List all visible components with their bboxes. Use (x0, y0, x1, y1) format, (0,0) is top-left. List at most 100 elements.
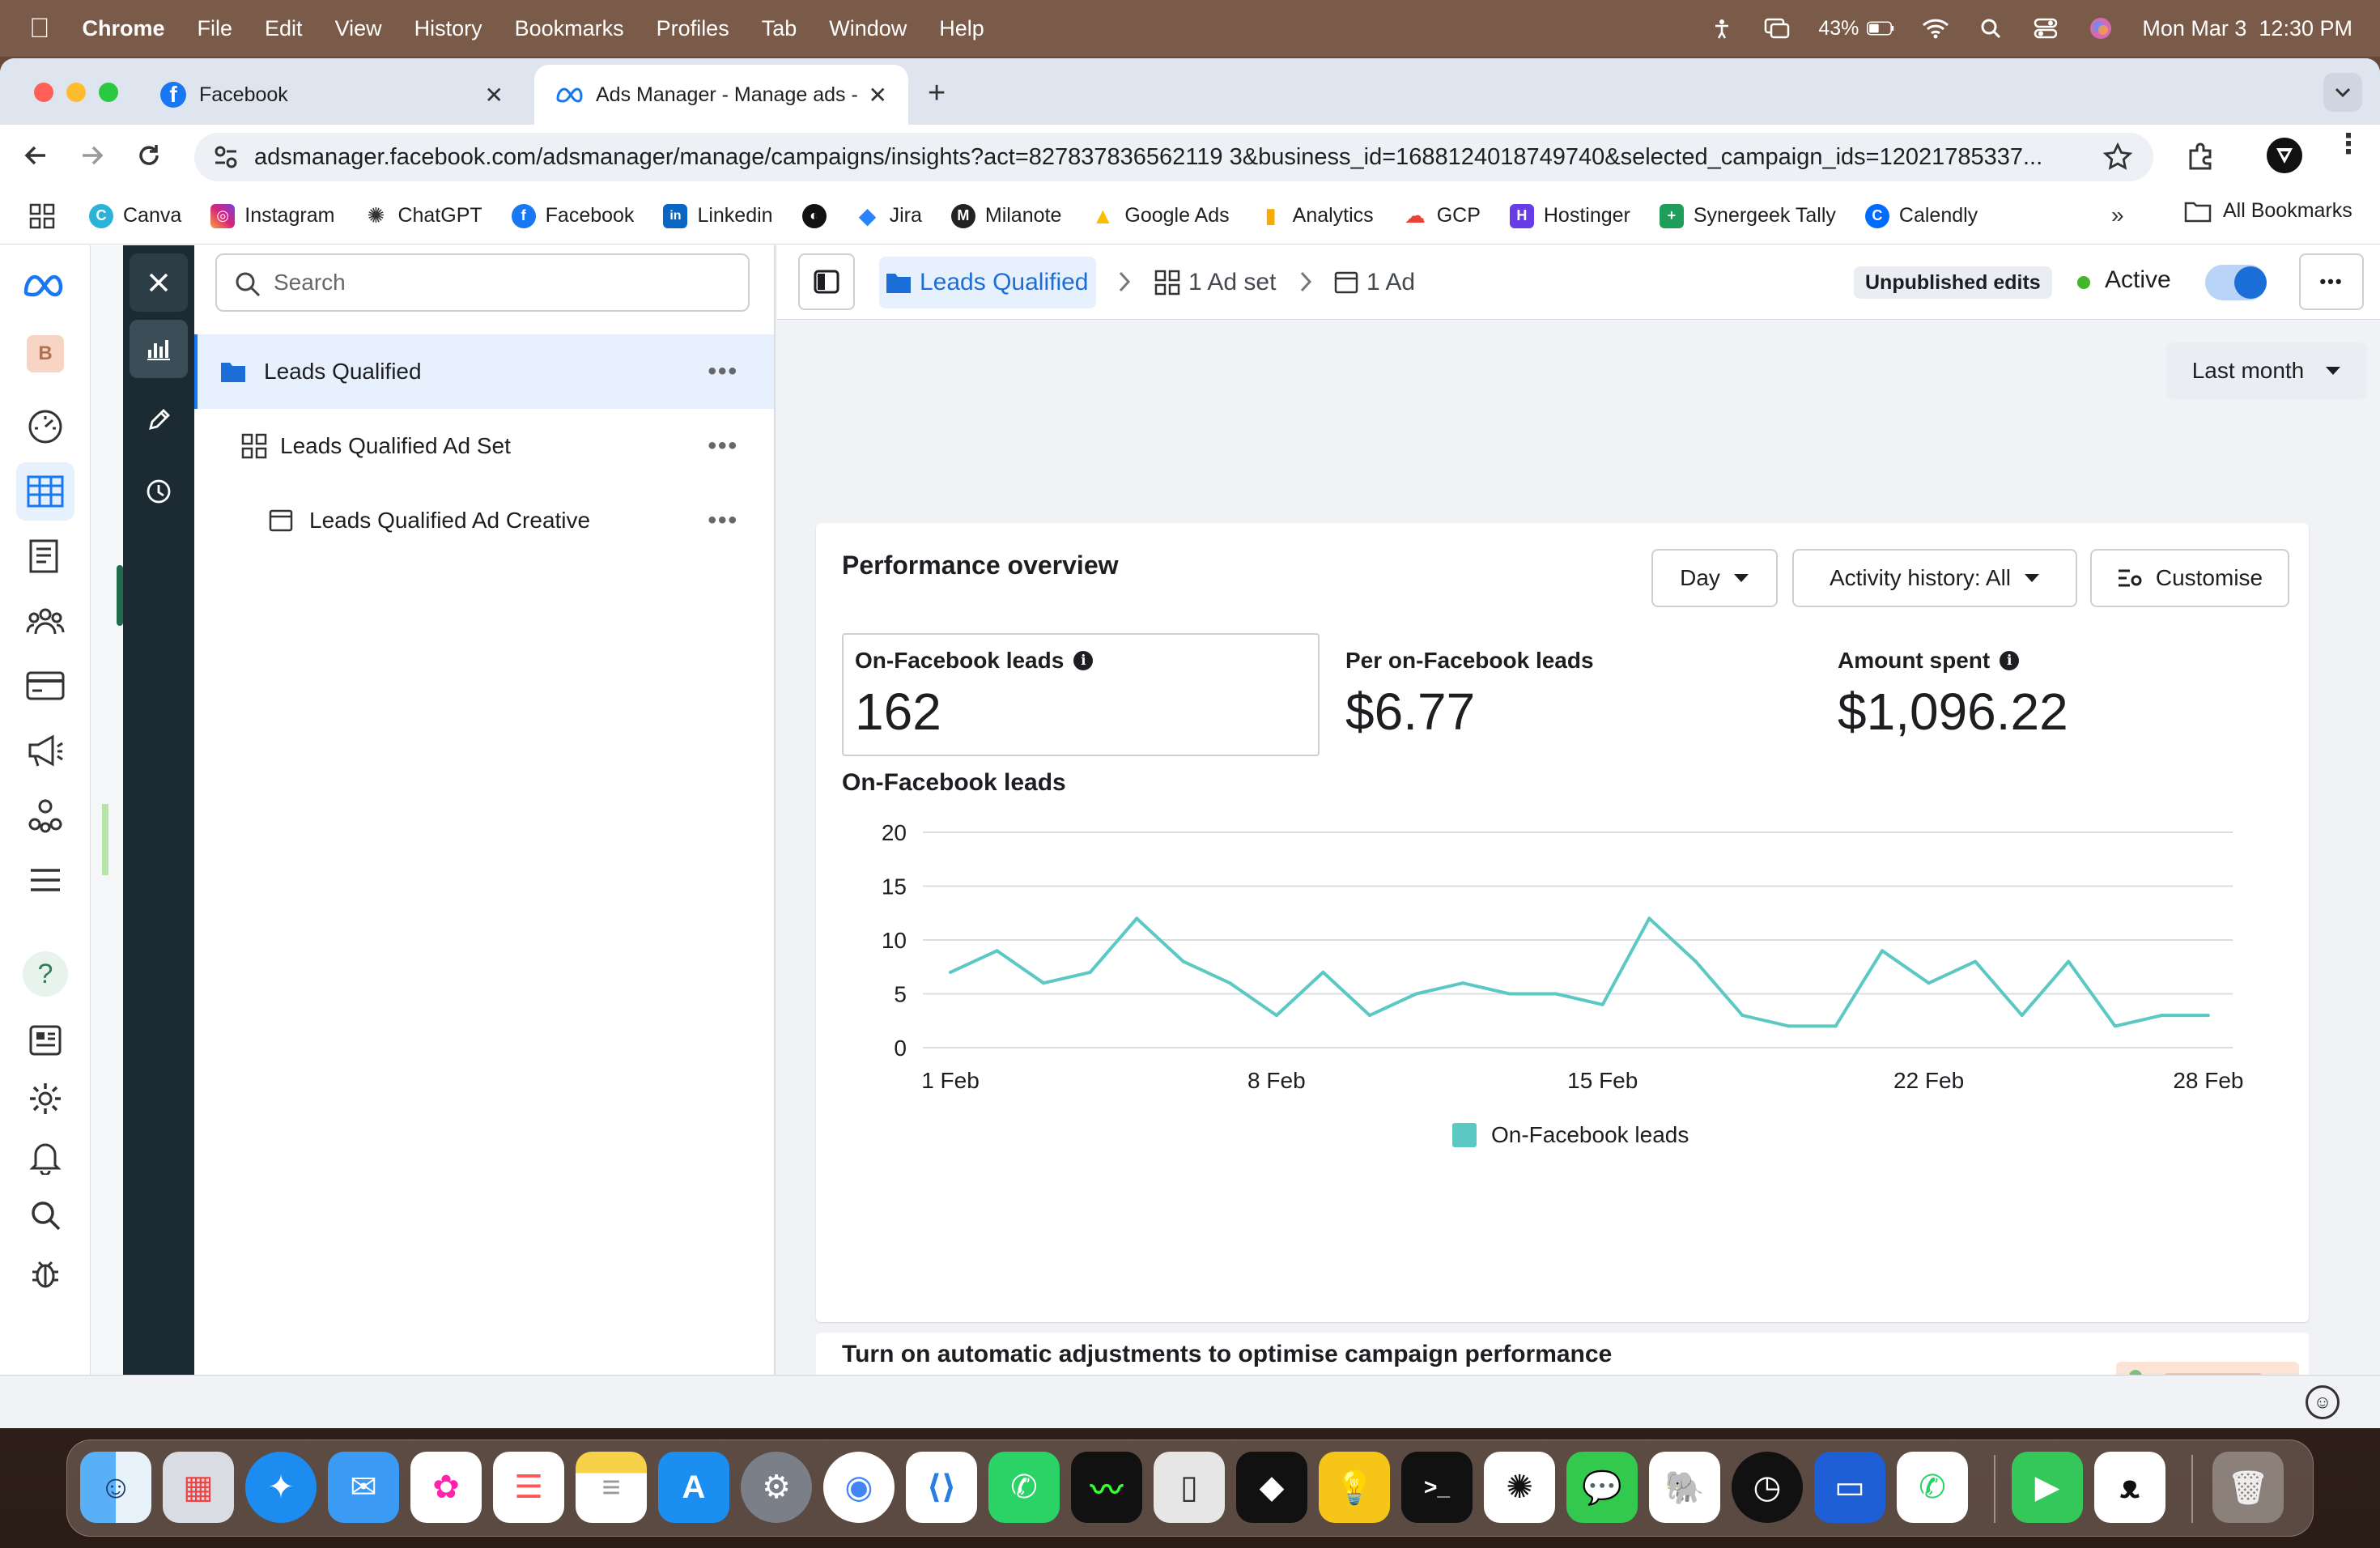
battery-icon[interactable] (1867, 17, 1894, 40)
dashboard-icon[interactable] (16, 398, 74, 456)
clock-icon[interactable]: ◷ (1732, 1452, 1803, 1523)
metric-label[interactable]: Amount spent i (1838, 648, 2020, 674)
activity-monitor-icon[interactable]: 〰 (1071, 1452, 1142, 1523)
clock-datetime[interactable]: Mon Mar 3 12:30 PM (2142, 16, 2352, 41)
info-icon[interactable]: i (2000, 651, 2020, 670)
insights-chart-icon[interactable] (130, 320, 188, 378)
tree-item-adset[interactable]: Leads Qualified Ad Set ••• (194, 409, 774, 483)
ads-megaphone-icon[interactable] (16, 721, 74, 780)
spotlight-icon[interactable] (1977, 17, 2004, 40)
bookmark-chatgpt[interactable]: ✺ ChatGPT (363, 203, 482, 228)
cursor-icon[interactable]: ◆ (1236, 1452, 1307, 1523)
bookmark-analytics[interactable]: ▮ Analytics (1258, 203, 1374, 228)
accessibility-icon[interactable] (1708, 17, 1736, 40)
close-window-button[interactable] (34, 83, 53, 102)
bookmark-instagram[interactable]: ◎ Instagram (210, 203, 334, 228)
menu-tab[interactable]: Tab (762, 16, 797, 41)
screen-mirroring-icon[interactable] (1763, 17, 1791, 40)
unpublished-edits-badge[interactable]: Unpublished edits (1854, 266, 2052, 299)
simulator-icon[interactable]: ▯ (1154, 1452, 1225, 1523)
close-tab-icon[interactable]: ✕ (485, 82, 504, 108)
menu-history[interactable]: History (414, 16, 482, 41)
terminal-icon[interactable]: >_ (1401, 1452, 1473, 1523)
menu-help[interactable]: Help (939, 16, 984, 41)
reports-icon[interactable] (16, 527, 74, 585)
tab-facebook[interactable]: f Facebook ✕ (139, 65, 525, 125)
messages-icon[interactable]: 💬 (1566, 1452, 1638, 1523)
launchpad-icon[interactable]: ▦ (163, 1452, 234, 1523)
menu-bookmarks[interactable]: Bookmarks (515, 16, 624, 41)
extensions-icon[interactable] (2184, 139, 2216, 176)
bookmark-milanote[interactable]: M Milanote (950, 203, 1061, 228)
bookmark-jira[interactable]: ◆ Jira (855, 203, 922, 228)
bookmark-linkedin[interactable]: in Linkedin (663, 203, 773, 228)
site-info-icon[interactable] (212, 143, 240, 177)
report-bug-icon[interactable] (16, 1244, 74, 1303)
pgadmin-icon[interactable]: 🐘 (1649, 1452, 1720, 1523)
adset-more-icon[interactable]: ••• (708, 432, 738, 460)
minimize-window-button[interactable] (66, 83, 86, 102)
address-bar[interactable]: adsmanager.facebook.com/adsmanager/manag… (194, 133, 2153, 181)
menu-view[interactable]: View (335, 16, 382, 41)
mail-icon[interactable]: ✉ (328, 1452, 399, 1523)
apps-grid-icon[interactable] (29, 203, 55, 229)
audiences-icon[interactable] (16, 592, 74, 650)
bookmark-hostinger[interactable]: H Hostinger (1509, 203, 1630, 228)
tips-icon[interactable]: 💡 (1319, 1452, 1390, 1523)
vscode-icon[interactable]: ⟨⟩ (906, 1452, 977, 1523)
whatsapp-business-icon[interactable]: ✆ (1897, 1452, 1968, 1523)
menu-edit[interactable]: Edit (265, 16, 303, 41)
campaign-more-icon[interactable]: ••• (708, 358, 738, 385)
news-icon[interactable] (16, 1011, 74, 1070)
bookmark-canva[interactable]: C Canva (89, 203, 181, 228)
edit-pencil-icon[interactable] (130, 391, 188, 449)
profile-avatar[interactable] (2267, 138, 2302, 173)
all-bookmarks-folder[interactable]: All Bookmarks (2184, 199, 2352, 223)
tab-ads-manager[interactable]: Ads Manager - Manage ads - ✕ (534, 65, 908, 125)
billing-icon[interactable] (16, 657, 74, 715)
wifi-icon[interactable] (1922, 17, 1949, 40)
system-settings-icon[interactable]: ⚙ (741, 1452, 812, 1523)
search-icon[interactable] (16, 1186, 74, 1244)
ollama-icon[interactable]: ᴥ (2094, 1452, 2165, 1523)
reload-icon[interactable] (134, 141, 164, 174)
metric-label[interactable]: Per on-Facebook leads (1345, 648, 1594, 674)
meta-logo-icon[interactable] (16, 257, 74, 315)
account-avatar[interactable]: B (16, 325, 74, 383)
more-bookmarks-icon[interactable]: » (2111, 202, 2124, 228)
menu-file[interactable]: File (198, 16, 233, 41)
reminders-icon[interactable]: ☰ (493, 1452, 564, 1523)
feedback-smiley-icon[interactable]: ☺ (2306, 1385, 2340, 1419)
all-tools-menu-icon[interactable] (16, 851, 74, 909)
app-store-icon[interactable]: A (658, 1452, 729, 1523)
history-clock-icon[interactable] (130, 462, 188, 521)
breadcrumb-ad[interactable]: 1 Ad (1334, 257, 1415, 308)
campaign-on-off-toggle[interactable] (2205, 265, 2267, 300)
bookmark-gcp[interactable]: ☁ GCP (1402, 203, 1481, 228)
bookmark-google-ads[interactable]: ▲ Google Ads (1090, 203, 1230, 228)
breadcrumb-adset[interactable]: 1 Ad set (1154, 257, 1276, 308)
tree-item-ad[interactable]: Leads Qualified Ad Creative ••• (194, 483, 774, 558)
toggle-sidebar-icon[interactable] (798, 253, 855, 310)
menu-app-name[interactable]: Chrome (83, 16, 165, 41)
finder-icon[interactable]: ☺ (80, 1452, 151, 1523)
safari-icon[interactable]: ✦ (245, 1452, 317, 1523)
bookmark-facebook[interactable]: f Facebook (511, 203, 634, 228)
menu-profiles[interactable]: Profiles (657, 16, 729, 41)
whatsapp-icon[interactable]: ✆ (988, 1452, 1060, 1523)
notes-icon[interactable]: ≡ (576, 1452, 647, 1523)
trash-icon[interactable]: 🗑 (2212, 1452, 2284, 1523)
bookmark-github[interactable]: ◐ (801, 203, 827, 228)
forward-icon[interactable] (78, 141, 107, 174)
apple-icon[interactable]:  (29, 13, 50, 45)
siri-icon[interactable] (2087, 17, 2114, 40)
breadcrumb-campaign[interactable]: Leads Qualified (879, 257, 1097, 308)
date-range-dropdown[interactable]: Last month (2166, 342, 2367, 399)
photos-icon[interactable]: ✿ (410, 1452, 482, 1523)
notifications-bell-icon[interactable] (16, 1128, 74, 1186)
granularity-dropdown[interactable]: Day (1651, 549, 1778, 607)
new-tab-icon[interactable]: + (928, 76, 946, 111)
info-icon[interactable]: i (1073, 651, 1094, 670)
control-center-icon[interactable] (2032, 17, 2059, 40)
chatgpt-icon[interactable]: ✺ (1484, 1452, 1555, 1523)
